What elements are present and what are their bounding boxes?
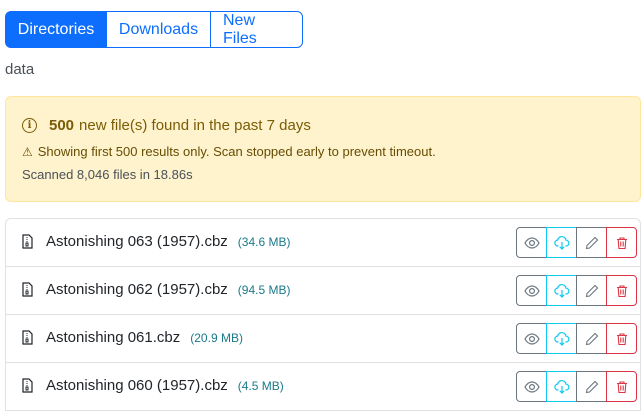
edit-button[interactable] (576, 323, 607, 354)
pencil-icon (585, 236, 598, 249)
pencil-icon (585, 332, 598, 345)
file-actions (516, 323, 637, 354)
file-name[interactable]: Astonishing 062 (1957).cbz (94.5 MB) (46, 281, 290, 298)
edit-button[interactable] (576, 371, 607, 402)
alert-headline-text: new file(s) found in the past 7 days (79, 117, 311, 134)
scan-summary: Scanned 8,046 files in 18.86s (22, 167, 193, 182)
eye-icon (523, 236, 540, 249)
file-actions (516, 371, 637, 402)
trash-icon (616, 284, 627, 297)
trash-icon (616, 380, 627, 393)
current-path: data (5, 61, 35, 78)
delete-button[interactable] (606, 227, 637, 258)
alert-warning: ⚠ Showing first 500 results only. Scan s… (22, 144, 436, 159)
eye-icon (523, 380, 540, 393)
file-size: (94.5 MB) (237, 283, 291, 297)
cloud-download-icon (553, 235, 569, 250)
download-button[interactable] (546, 371, 577, 402)
tab-directories[interactable]: Directories (5, 11, 107, 48)
alert-headline: i 500 new file(s) found in the past 7 da… (22, 117, 311, 134)
delete-button[interactable] (606, 371, 637, 402)
download-button[interactable] (546, 275, 577, 306)
file-zip-icon (22, 378, 33, 393)
new-files-alert: i 500 new file(s) found in the past 7 da… (5, 96, 641, 202)
edit-button[interactable] (576, 275, 607, 306)
list-item: Astonishing 060 (1957).cbz (4.5 MB) (6, 363, 640, 411)
cloud-download-icon (553, 379, 569, 394)
tab-downloads[interactable]: Downloads (106, 11, 211, 48)
file-name[interactable]: Astonishing 061.cbz (20.9 MB) (46, 329, 243, 346)
info-circle-icon: i (22, 118, 37, 133)
view-tabs: Directories Downloads New Files (5, 11, 303, 48)
list-item: Astonishing 062 (1957).cbz (94.5 MB) (6, 267, 640, 315)
file-actions (516, 227, 637, 258)
warning-triangle-icon: ⚠ (22, 144, 33, 159)
pencil-icon (585, 380, 598, 393)
file-name[interactable]: Astonishing 060 (1957).cbz (4.5 MB) (46, 377, 284, 394)
delete-button[interactable] (606, 323, 637, 354)
pencil-icon (585, 284, 598, 297)
list-item: Astonishing 063 (1957).cbz (34.6 MB) (6, 219, 640, 267)
view-button[interactable] (516, 227, 547, 258)
file-size: (4.5 MB) (237, 379, 284, 393)
view-button[interactable] (516, 275, 547, 306)
list-item: Astonishing 061.cbz (20.9 MB) (6, 315, 640, 363)
alert-warning-text: Showing first 500 results only. Scan sto… (37, 144, 436, 159)
file-size: (20.9 MB) (190, 331, 243, 345)
download-button[interactable] (546, 227, 577, 258)
view-button[interactable] (516, 371, 547, 402)
eye-icon (523, 284, 540, 297)
file-actions (516, 275, 637, 306)
new-file-count: 500 (49, 117, 75, 134)
file-name[interactable]: Astonishing 063 (1957).cbz (34.6 MB) (46, 233, 290, 250)
file-zip-icon (22, 234, 33, 249)
file-zip-icon (22, 282, 33, 297)
cloud-download-icon (553, 331, 569, 346)
trash-icon (616, 236, 627, 249)
file-size: (34.6 MB) (237, 235, 291, 249)
tab-new-files[interactable]: New Files (210, 11, 303, 48)
eye-icon (523, 332, 540, 345)
edit-button[interactable] (576, 227, 607, 258)
cloud-download-icon (553, 283, 569, 298)
file-list: Astonishing 063 (1957).cbz (34.6 MB) Asto… (5, 218, 641, 411)
file-zip-icon (22, 330, 33, 345)
delete-button[interactable] (606, 275, 637, 306)
download-button[interactable] (546, 323, 577, 354)
view-button[interactable] (516, 323, 547, 354)
trash-icon (616, 332, 627, 345)
